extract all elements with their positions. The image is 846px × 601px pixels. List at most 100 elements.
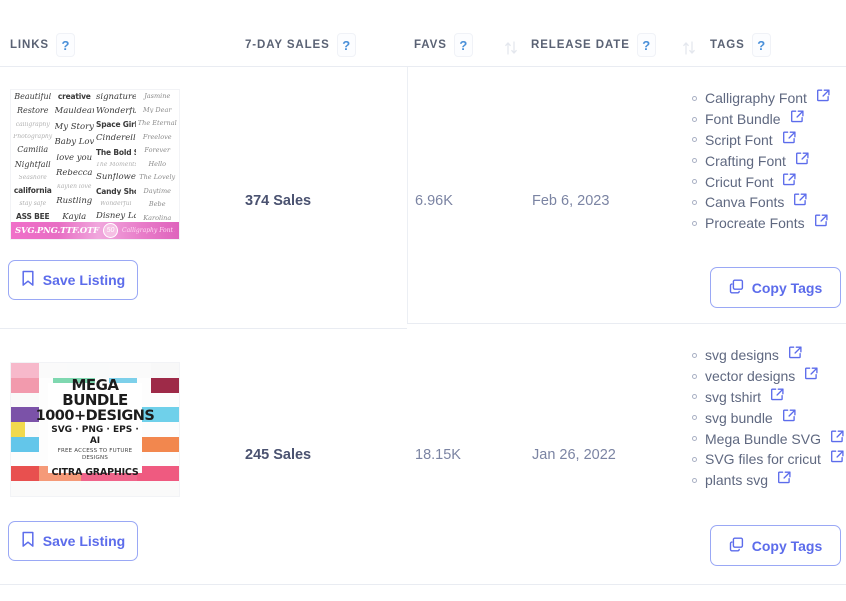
- font-sample: Jasmine: [144, 93, 171, 100]
- favs-value: 18.15K: [415, 447, 461, 463]
- copy-icon: [729, 537, 744, 555]
- tags-help-icon[interactable]: ?: [751, 33, 771, 57]
- bookmark-icon: [21, 270, 35, 290]
- sales-help-icon[interactable]: ?: [336, 33, 356, 57]
- sort-updown-icon-release-date[interactable]: [682, 40, 696, 56]
- external-link-icon[interactable]: [778, 471, 791, 489]
- column-header-release-date: RELEASE DATE ?: [531, 33, 656, 57]
- column-header-7-day-sales: 7-DAY SALES ?: [245, 33, 356, 57]
- tag-label: Crafting Font: [705, 152, 786, 169]
- listings-table: LINKS ? 7-DAY SALES ? FAVS ? RELEASE DAT…: [0, 0, 846, 601]
- list-item[interactable]: svg bundle: [692, 407, 844, 428]
- list-item[interactable]: Mega Bundle SVG: [692, 428, 844, 449]
- external-link-icon[interactable]: [783, 173, 797, 191]
- sales-value: 245 Sales: [245, 447, 312, 463]
- release-date-value: Feb 6, 2023: [532, 193, 610, 209]
- font-sample: Karolina: [143, 214, 172, 221]
- thumbnail-banner-subtext: Calligraphy Font Bundle: [121, 227, 175, 234]
- copy-tags-label: Copy Tags: [751, 279, 823, 296]
- font-sample: Cinderella: [96, 134, 136, 143]
- list-item[interactable]: Font Bundle: [692, 109, 830, 130]
- tag-label: SVG files for cricut: [705, 451, 821, 468]
- list-item[interactable]: SVG files for cricut: [692, 449, 844, 470]
- bullet-icon: [692, 352, 697, 358]
- bullet-icon: [692, 220, 697, 226]
- mega-bundle-line-4: FREE ACCESS TO FUTURE DESIGNS: [57, 447, 133, 462]
- font-sample: Hello: [148, 160, 167, 167]
- row-divider-bottom: [0, 584, 846, 585]
- tag-label: svg tshirt: [705, 388, 762, 405]
- mega-bundle-line-5: CITRA GRAPHICS: [51, 466, 139, 478]
- listing-thumbnail[interactable]: MEGA BUNDLE 1000+DESIGNS SVG · PNG · EPS…: [10, 362, 180, 497]
- list-item[interactable]: svg tshirt: [692, 387, 844, 408]
- list-item[interactable]: Calligraphy Font: [692, 88, 830, 109]
- font-sample: Nightfall: [14, 160, 51, 169]
- font-sample: Mauldean: [54, 107, 95, 116]
- tag-label: Cricut Font: [705, 173, 774, 190]
- external-link-icon[interactable]: [771, 388, 784, 406]
- list-item[interactable]: plants svg: [692, 470, 844, 491]
- links-help-icon[interactable]: ?: [56, 33, 75, 57]
- tag-label: Calligraphy Font: [705, 90, 807, 107]
- favs-help-icon[interactable]: ?: [453, 33, 473, 57]
- mega-bundle-line-3: SVG · PNG · EPS · AI: [51, 424, 139, 446]
- external-link-icon[interactable]: [814, 214, 828, 232]
- list-item[interactable]: Script Font: [692, 130, 830, 151]
- font-sample: signature: [96, 93, 136, 102]
- font-sample: The Lovely: [139, 174, 176, 181]
- row-divider-right: [407, 323, 846, 324]
- list-item[interactable]: svg designs: [692, 345, 844, 366]
- save-listing-label: Save Listing: [42, 272, 126, 288]
- thumbnail-banner-badge: 50: [102, 223, 118, 238]
- bullet-icon: [692, 137, 697, 143]
- font-sample: The Bold Style: [96, 148, 136, 157]
- external-link-icon[interactable]: [805, 367, 818, 385]
- tag-label: plants svg: [705, 472, 769, 489]
- external-link-icon[interactable]: [782, 131, 796, 149]
- save-listing-button[interactable]: Save Listing: [8, 521, 138, 561]
- release-date-value: Jan 26, 2022: [532, 447, 616, 463]
- release-date-help-icon[interactable]: ?: [636, 33, 656, 57]
- bullet-icon: [692, 95, 697, 101]
- font-sample: Freelove: [142, 133, 172, 140]
- save-listing-button[interactable]: Save Listing: [8, 260, 138, 300]
- column-header-links: LINKS ?: [10, 33, 75, 57]
- font-sample: My Dear: [143, 106, 172, 113]
- font-sample: Forever: [144, 147, 171, 154]
- font-sample: Candy Shop: [96, 187, 136, 196]
- external-link-icon[interactable]: [794, 193, 807, 211]
- list-item[interactable]: Procreate Fonts: [692, 213, 830, 234]
- external-link-icon[interactable]: [816, 89, 830, 107]
- bullet-icon: [692, 179, 697, 185]
- column-header-7-day-sales-label: 7-DAY SALES: [245, 39, 330, 51]
- external-link-icon[interactable]: [830, 430, 844, 448]
- bullet-icon: [692, 394, 697, 400]
- font-sample: kaylen love: [57, 184, 92, 191]
- copy-icon: [729, 279, 744, 297]
- external-link-icon[interactable]: [830, 450, 844, 468]
- sales-value: 374 Sales: [245, 193, 312, 209]
- column-header-release-date-label: RELEASE DATE: [531, 39, 630, 51]
- bullet-icon: [692, 158, 697, 164]
- bookmark-icon: [21, 531, 35, 551]
- thumbnail-banner: SVG.PNG.TTF.OTF 50 Calligraphy Font Bund…: [11, 222, 179, 239]
- external-link-icon[interactable]: [788, 346, 802, 364]
- list-item[interactable]: Crafting Font: [692, 150, 830, 171]
- external-link-icon[interactable]: [782, 409, 796, 427]
- tag-label: Mega Bundle SVG: [705, 430, 821, 447]
- font-sample: Rebecca: [56, 168, 93, 178]
- list-item[interactable]: Canva Fonts: [692, 192, 830, 213]
- external-link-icon[interactable]: [795, 152, 809, 170]
- listing-thumbnail[interactable]: Beautiful Restore calligraphy Photograph…: [10, 89, 180, 240]
- list-item[interactable]: vector designs: [692, 366, 844, 387]
- list-item[interactable]: Cricut Font: [692, 171, 830, 192]
- font-sample: Seashore: [18, 174, 47, 181]
- copy-tags-button[interactable]: Copy Tags: [710, 267, 841, 308]
- tag-label: Font Bundle: [705, 111, 781, 128]
- tag-label: vector designs: [705, 368, 796, 385]
- sort-updown-icon-favs[interactable]: [504, 40, 518, 56]
- copy-tags-label: Copy Tags: [751, 537, 823, 554]
- external-link-icon[interactable]: [790, 110, 804, 128]
- mega-bundle-line-2: 1000+DESIGNS: [35, 408, 155, 425]
- copy-tags-button[interactable]: Copy Tags: [710, 525, 841, 566]
